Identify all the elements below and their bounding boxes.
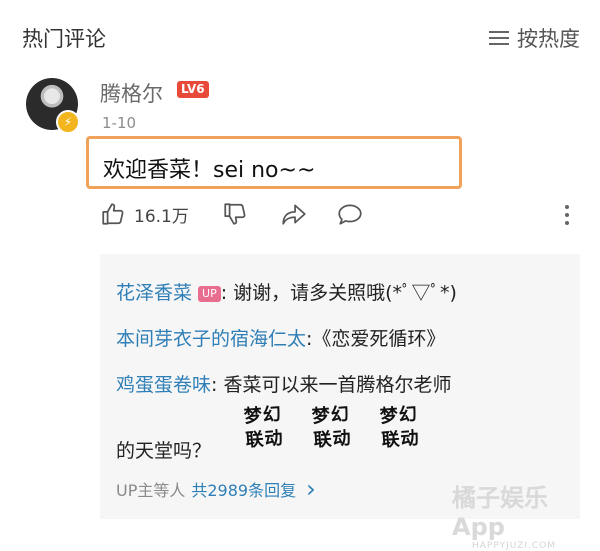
reply-item: 本间芽衣子的宿海仁太:《恋爱死循环》 xyxy=(116,324,445,351)
sort-icon xyxy=(489,30,509,46)
comment-date: 1-10 xyxy=(102,114,137,132)
comment-username[interactable]: 腾格尔 xyxy=(100,78,163,108)
reply-author[interactable]: 鸡蛋蛋卷味 xyxy=(116,374,211,396)
reply-footer-prefix: UP主等人 xyxy=(116,481,186,500)
comment-icon xyxy=(338,204,362,225)
reply-text: : 谢谢，请多关照哦(*ﾟ▽ﾟ*) xyxy=(220,282,457,304)
sticker-emoji: 梦幻 联动 xyxy=(379,403,421,452)
reply-item: 花泽香菜 UP: 谢谢，请多关照哦(*ﾟ▽ﾟ*) xyxy=(116,278,457,305)
reply-count-link[interactable]: 共2989条回复 xyxy=(191,477,296,501)
like-button[interactable]: 16.1万 xyxy=(100,199,189,229)
share-button[interactable] xyxy=(280,199,308,229)
thumbs-down-icon xyxy=(224,203,246,225)
view-all-replies[interactable]: UP主等人 共2989条回复 › xyxy=(116,477,316,501)
reply-text-continued: 的天堂吗？ xyxy=(116,440,212,462)
comment-actions: 16.1万 xyxy=(100,199,580,229)
sticker-emoji: 梦幻 联动 xyxy=(311,403,353,452)
reply-text: : 香菜可以来一首腾格尔老师 xyxy=(211,374,452,396)
watermark-logo-text: 橘子娱乐App xyxy=(452,484,548,541)
sticker-emoji: 梦幻 联动 xyxy=(243,403,285,452)
section-title: 热门评论 xyxy=(22,27,106,51)
verified-badge-icon: ⚡ xyxy=(56,110,80,134)
comment-highlight-box: 欢迎香菜！sei no~~ xyxy=(86,136,462,189)
sort-label: 按热度 xyxy=(517,27,580,51)
more-icon[interactable] xyxy=(564,203,570,227)
reply-item: 鸡蛋蛋卷味: 香菜可以来一首腾格尔老师 xyxy=(116,370,451,397)
watermark-url: HAPPYJUZI.COM xyxy=(472,541,556,551)
share-icon xyxy=(282,204,306,225)
reply-author[interactable]: 本间芽衣子的宿海仁太 xyxy=(116,328,306,350)
reply-author[interactable]: 花泽香菜 xyxy=(116,282,192,304)
watermark: 橘子娱乐App HAPPYJUZI.COM xyxy=(452,478,592,551)
reply-text: :《恋爱死循环》 xyxy=(306,328,446,350)
comment-text: 欢迎香菜！sei no~~ xyxy=(103,158,316,183)
reply-button[interactable] xyxy=(336,199,364,229)
like-count: 16.1万 xyxy=(134,206,189,227)
thumbs-up-icon xyxy=(102,203,124,225)
chevron-right-icon[interactable]: › xyxy=(306,477,316,501)
up-badge: UP xyxy=(198,285,221,302)
dislike-button[interactable] xyxy=(222,199,248,229)
sort-button[interactable]: 按热度 xyxy=(489,23,580,53)
comments-header: 热门评论 按热度 xyxy=(0,0,600,72)
level-badge: LV6 xyxy=(177,81,209,98)
